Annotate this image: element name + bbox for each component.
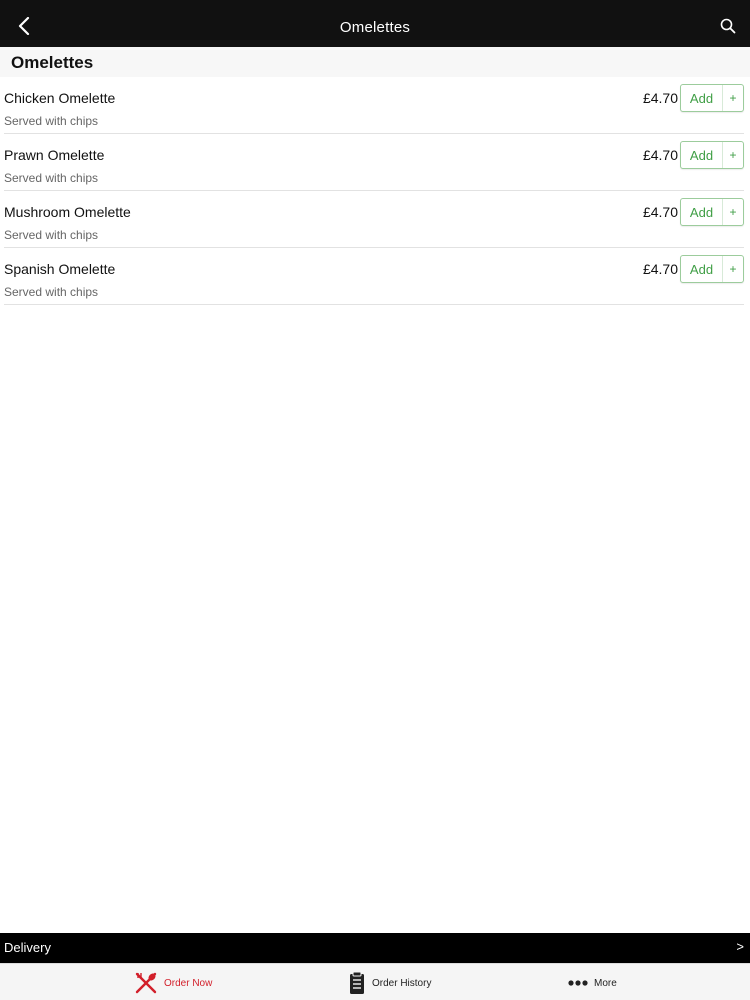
section-header: Omelettes <box>0 47 750 77</box>
tab-more[interactable]: More <box>568 970 617 996</box>
clipboard-icon <box>348 971 366 995</box>
status-bar <box>0 0 750 8</box>
menu-item: Prawn Omelette Served with chips £4.70 A… <box>4 134 744 191</box>
plus-icon: + <box>722 256 743 282</box>
search-icon <box>720 18 736 39</box>
tab-order-now[interactable]: Order Now <box>134 970 212 996</box>
menu-list: Chicken Omelette Served with chips £4.70… <box>0 77 750 305</box>
fork-knife-icon <box>134 971 158 995</box>
section-title: Omelettes <box>11 53 94 72</box>
plus-icon: + <box>722 85 743 111</box>
menu-item: Chicken Omelette Served with chips £4.70… <box>4 77 744 134</box>
item-description: Served with chips <box>4 171 99 185</box>
item-name: Mushroom Omelette <box>4 204 131 220</box>
page-title: Omelettes <box>339 19 411 36</box>
item-price: £4.70 <box>642 147 678 163</box>
item-price: £4.70 <box>642 261 678 277</box>
add-button-label: Add <box>689 261 714 277</box>
item-description: Served with chips <box>4 228 99 242</box>
item-name: Prawn Omelette <box>4 147 105 163</box>
chevron-right-icon: > <box>736 939 744 954</box>
item-name: Chicken Omelette <box>4 90 116 106</box>
search-button[interactable] <box>716 17 740 39</box>
tab-more-label: More <box>594 977 617 989</box>
menu-item: Spanish Omelette Served with chips £4.70… <box>4 248 744 305</box>
plus-icon: + <box>722 142 743 168</box>
add-button[interactable]: Add + <box>680 141 744 169</box>
delivery-label: Delivery <box>4 940 51 955</box>
tab-bar: Order Now Order History More <box>0 963 750 1000</box>
delivery-bar[interactable]: Delivery > <box>0 933 750 963</box>
tab-order-history[interactable]: Order History <box>348 970 431 996</box>
tab-order-history-label: Order History <box>372 977 432 989</box>
add-button-label: Add <box>689 147 714 163</box>
add-button[interactable]: Add + <box>680 84 744 112</box>
item-description: Served with chips <box>4 114 99 128</box>
more-dots-icon <box>568 979 588 987</box>
plus-icon: + <box>722 199 743 225</box>
menu-item: Mushroom Omelette Served with chips £4.7… <box>4 191 744 248</box>
add-button-label: Add <box>689 90 714 106</box>
chevron-left-icon <box>18 16 30 40</box>
navigation-bar: Omelettes <box>0 8 750 47</box>
item-name: Spanish Omelette <box>4 261 116 277</box>
item-price: £4.70 <box>642 204 678 220</box>
tab-order-now-label: Order Now <box>164 977 213 989</box>
item-price: £4.70 <box>642 90 678 106</box>
add-button-label: Add <box>689 204 714 220</box>
add-button[interactable]: Add + <box>680 198 744 226</box>
item-description: Served with chips <box>4 285 99 299</box>
back-button[interactable] <box>12 16 36 40</box>
add-button[interactable]: Add + <box>680 255 744 283</box>
